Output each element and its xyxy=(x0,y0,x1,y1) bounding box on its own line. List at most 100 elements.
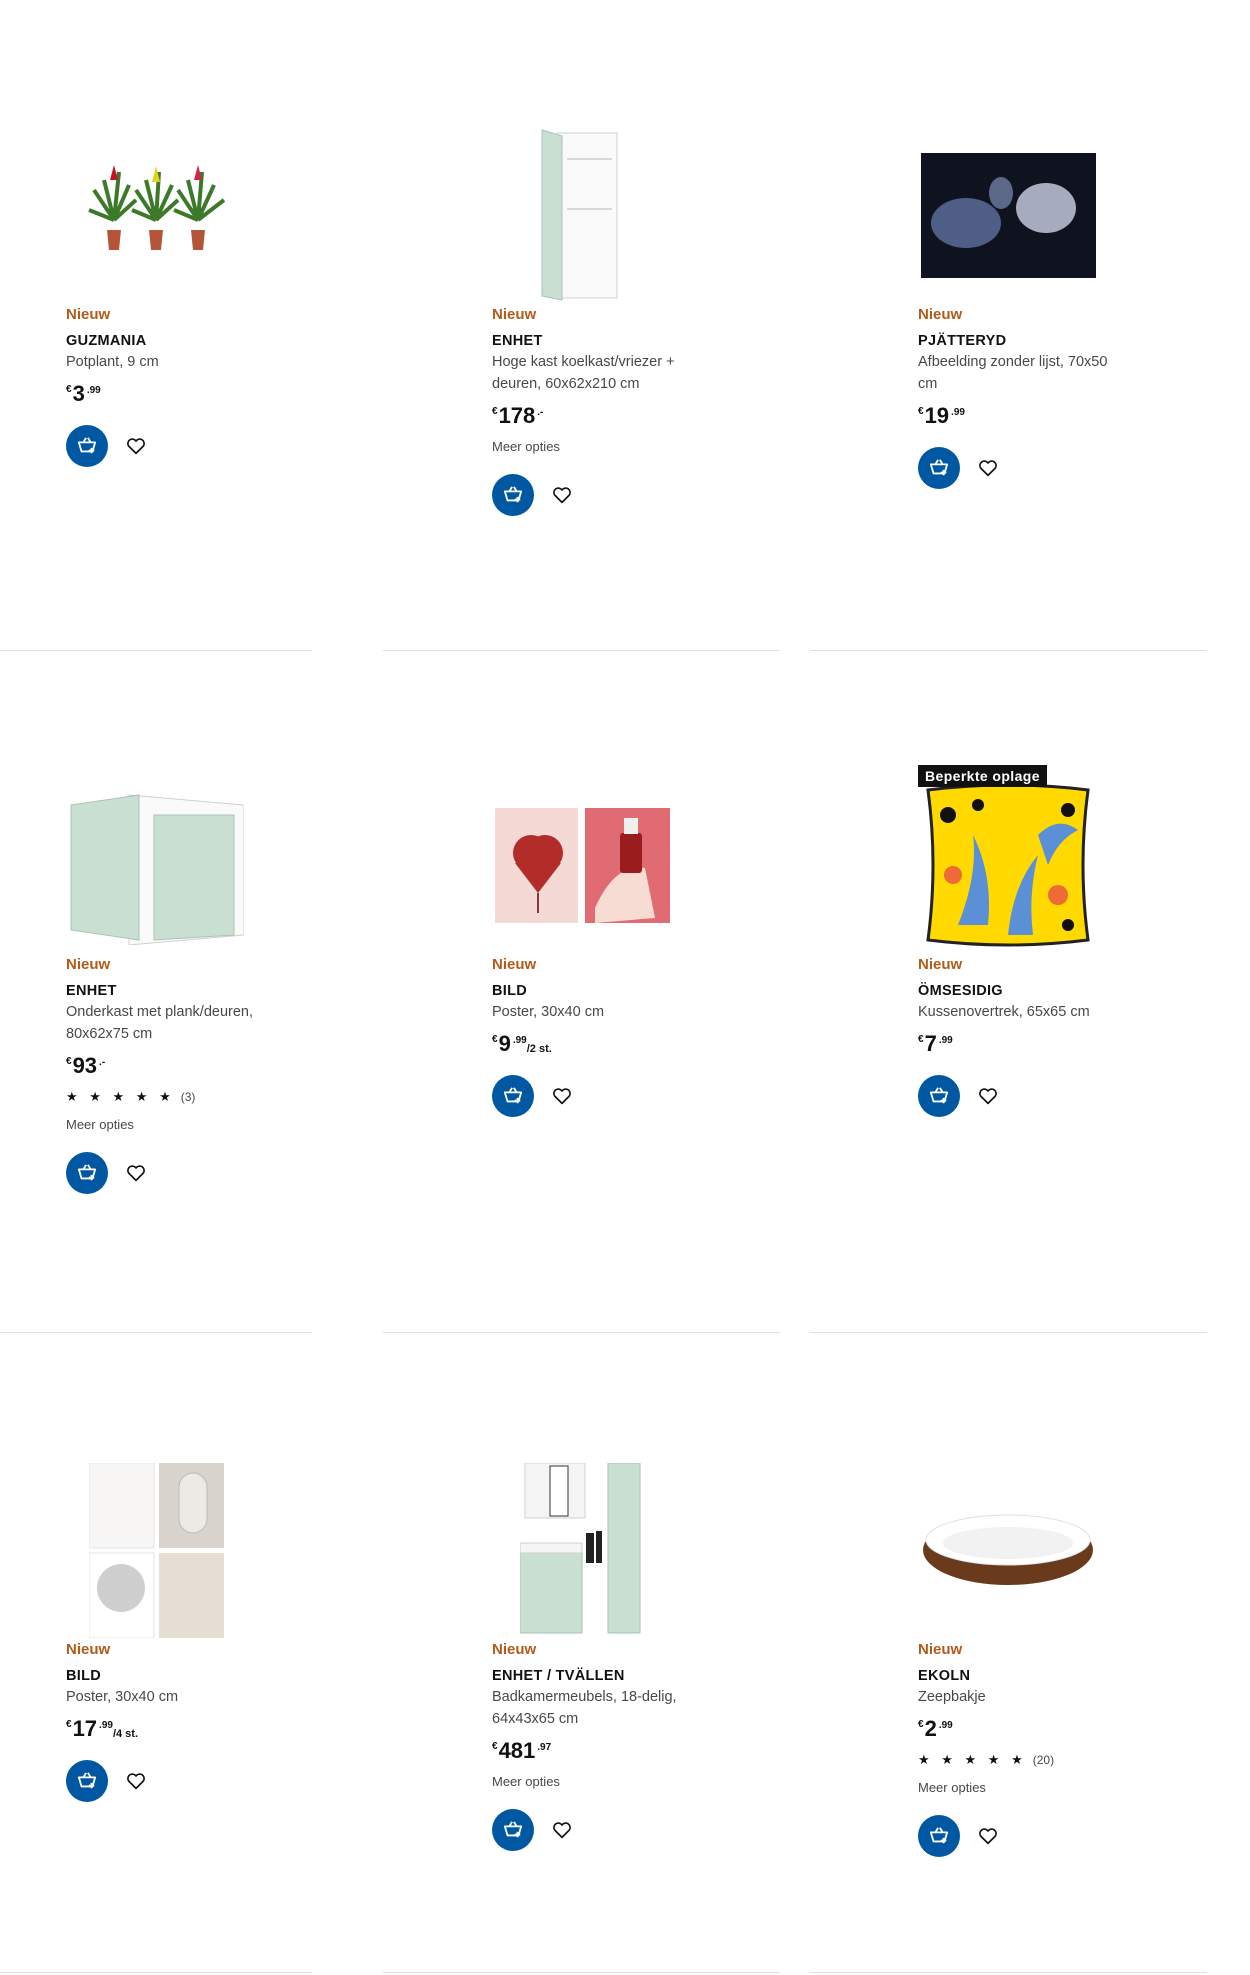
more-options-link[interactable]: Meer opties xyxy=(492,439,702,454)
favorite-button[interactable] xyxy=(124,1161,148,1185)
price-integer: 93 xyxy=(72,1053,98,1078)
new-badge: Nieuw xyxy=(492,306,537,323)
product-name[interactable]: PJÄTTERYD xyxy=(918,331,1128,351)
add-to-cart-button[interactable] xyxy=(918,1815,960,1857)
product-description: Onderkast met plank/deuren, 80x62x75 cm xyxy=(66,1004,253,1042)
product-description: Poster, 30x40 cm xyxy=(492,1004,605,1020)
heart-icon xyxy=(126,1772,146,1790)
product-info: Nieuw PJÄTTERYD Afbeelding zonder lijst, 7… xyxy=(918,305,1128,489)
add-to-cart-button[interactable] xyxy=(492,1809,534,1851)
add-to-cart-button[interactable] xyxy=(66,425,108,467)
add-to-cart-button[interactable] xyxy=(918,447,960,489)
cart-add-icon xyxy=(76,1771,98,1791)
more-options-link[interactable]: Meer opties xyxy=(918,1780,1128,1795)
base-cabinet-image[interactable] xyxy=(66,770,246,960)
price-integer: 178 xyxy=(498,403,536,428)
favorite-button[interactable] xyxy=(976,1084,1000,1108)
favorite-button[interactable] xyxy=(976,456,1000,480)
product-info: Nieuw ENHET Onderkast met plank/deuren, 80… xyxy=(66,955,276,1194)
product-name[interactable]: GUZMANIA xyxy=(66,331,276,351)
more-options-link[interactable]: Meer opties xyxy=(492,1774,702,1789)
poster-set-image[interactable] xyxy=(66,1455,246,1645)
product-price: €481.97 xyxy=(492,1740,702,1762)
star-rating-icon: ★ ★ ★ ★ ★ xyxy=(918,1752,1027,1767)
product-actions xyxy=(66,1760,276,1802)
product-description: Potplant, 9 cm xyxy=(66,354,159,370)
love-posters-image[interactable] xyxy=(492,770,672,960)
heart-icon xyxy=(552,1087,572,1105)
product-rating[interactable]: ★ ★ ★ ★ ★ (3) xyxy=(66,1089,276,1105)
favorite-button[interactable] xyxy=(550,1084,574,1108)
tall-cabinet-image[interactable] xyxy=(492,120,672,310)
new-badge: Nieuw xyxy=(66,1641,111,1658)
price-currency: € xyxy=(918,1034,924,1045)
product-name[interactable]: ENHET xyxy=(492,331,702,351)
rating-count: (3) xyxy=(180,1090,196,1104)
product-info: Nieuw BILD Poster, 30x40 cm €17.99/4 st. xyxy=(66,1640,276,1802)
price-decimal: .99 xyxy=(938,1720,953,1731)
product-name[interactable]: BILD xyxy=(66,1666,276,1686)
favorite-button[interactable] xyxy=(124,1769,148,1793)
price-decimal: .99 xyxy=(951,407,965,418)
product-price: €178 .- xyxy=(492,405,702,427)
cart-add-icon xyxy=(502,1820,524,1840)
product-info: Nieuw EKOLN Zeepbakje €2.99 ★ ★ ★ ★ ★ (20) Mee… xyxy=(918,1640,1128,1857)
add-to-cart-button[interactable] xyxy=(492,474,534,516)
soap-dish-image[interactable] xyxy=(918,1455,1098,1645)
favorite-button[interactable] xyxy=(124,434,148,458)
bathroom-furniture-image[interactable] xyxy=(492,1455,672,1645)
price-integer: 3 xyxy=(72,381,85,406)
price-decimal: .97 xyxy=(537,1742,552,1753)
cushion-cover-image[interactable] xyxy=(918,770,1098,960)
new-badge: Nieuw xyxy=(492,956,537,973)
more-options-link[interactable]: Meer opties xyxy=(66,1117,276,1132)
new-badge: Nieuw xyxy=(918,956,963,973)
product-price: €93 .- xyxy=(66,1055,276,1077)
product-rating[interactable]: ★ ★ ★ ★ ★ (20) xyxy=(918,1752,1128,1768)
product-name[interactable]: ÖMSESIDIG xyxy=(918,981,1128,1001)
product-info: Nieuw ENHET Hoge kast koelkast/vriezer + d… xyxy=(492,305,702,516)
favorite-button[interactable] xyxy=(976,1824,1000,1848)
product-name[interactable]: ENHET xyxy=(66,981,276,1001)
price-decimal: .- xyxy=(99,1057,106,1068)
product-name[interactable]: BILD xyxy=(492,981,702,1001)
add-to-cart-button[interactable] xyxy=(492,1075,534,1117)
product-actions xyxy=(66,425,276,467)
product-actions xyxy=(918,1815,1128,1857)
price-unit: /4 st. xyxy=(112,1728,139,1740)
cart-add-icon xyxy=(928,1086,950,1106)
heart-icon xyxy=(126,1164,146,1182)
ballet-picture-image[interactable] xyxy=(918,120,1098,310)
price-currency: € xyxy=(66,384,72,395)
row-divider xyxy=(0,650,312,651)
product-actions xyxy=(492,1809,702,1851)
price-integer: 2 xyxy=(924,1716,937,1741)
heart-icon xyxy=(978,459,998,477)
add-to-cart-button[interactable] xyxy=(66,1152,108,1194)
heart-icon xyxy=(978,1827,998,1845)
price-decimal: .99 xyxy=(86,385,101,396)
price-decimal: .99 xyxy=(938,1035,953,1046)
price-integer: 7 xyxy=(924,1031,937,1056)
row-divider xyxy=(383,1332,780,1333)
product-name[interactable]: EKOLN xyxy=(918,1666,1128,1686)
potted-plants-image[interactable] xyxy=(66,120,246,310)
add-to-cart-button[interactable] xyxy=(66,1760,108,1802)
favorite-button[interactable] xyxy=(550,1818,574,1842)
row-divider xyxy=(810,1972,1207,1973)
product-actions xyxy=(66,1152,276,1194)
cart-add-icon xyxy=(502,485,524,505)
new-badge: Nieuw xyxy=(918,306,963,323)
price-integer: 9 xyxy=(498,1031,511,1056)
product-info: Nieuw ÖMSESIDIG Kussenovertrek, 65x65 cm €7… xyxy=(918,955,1128,1117)
add-to-cart-button[interactable] xyxy=(918,1075,960,1117)
heart-icon xyxy=(552,1821,572,1839)
row-divider xyxy=(0,1332,312,1333)
product-price: €19.99 xyxy=(918,405,1128,427)
row-divider xyxy=(0,1972,312,1973)
product-name[interactable]: ENHET / TVÄLLEN xyxy=(492,1666,702,1686)
price-unit: /2 st. xyxy=(526,1043,552,1055)
price-integer: 19 xyxy=(924,403,950,428)
product-description: Kussenovertrek, 65x65 cm xyxy=(918,1004,1090,1020)
favorite-button[interactable] xyxy=(550,483,574,507)
